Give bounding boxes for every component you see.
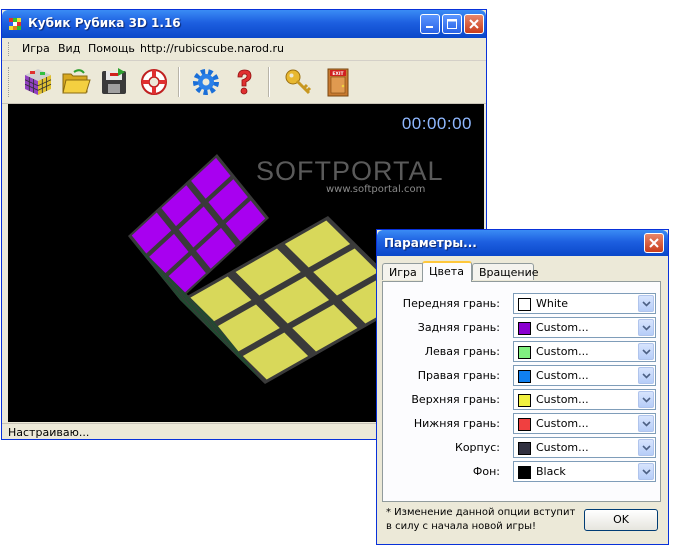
exit-button[interactable]: EXIT [322, 66, 354, 98]
help-online-button[interactable] [138, 66, 170, 98]
color-swatch [518, 466, 531, 479]
label-body-color: Корпус: [455, 441, 500, 454]
tab-rotation[interactable]: Вращение [472, 263, 539, 280]
label-top-color: Верхняя грань: [411, 393, 500, 406]
open-game-button[interactable] [60, 66, 92, 98]
color-value: Custom... [536, 441, 589, 454]
label-right-color: Правая грань: [417, 369, 500, 382]
help-button[interactable] [228, 66, 260, 98]
toolbar: EXIT [2, 61, 486, 104]
menu-grip [8, 42, 11, 56]
key-icon [285, 69, 312, 95]
select-back-color[interactable]: Custom... [513, 317, 656, 338]
label-background-color: Фон: [472, 465, 500, 478]
dialog-title: Параметры... [384, 236, 477, 250]
color-swatch [518, 298, 531, 311]
maximize-button[interactable] [442, 14, 462, 34]
tab-game[interactable]: Игра [382, 263, 424, 280]
dropdown-arrow-button[interactable] [638, 391, 654, 408]
select-left-color[interactable]: Custom... [513, 341, 656, 362]
chevron-down-icon [642, 469, 651, 475]
label-front-color: Передняя грань: [402, 297, 500, 310]
menu-bar: Игра Вид Помощь http://rubicscube.narod.… [2, 38, 486, 61]
color-value: Custom... [536, 393, 589, 406]
minimize-button[interactable] [420, 14, 440, 34]
select-right-color[interactable]: Custom... [513, 365, 656, 386]
dropdown-arrow-button[interactable] [638, 415, 654, 432]
dropdown-arrow-button[interactable] [638, 343, 654, 360]
close-button[interactable] [464, 14, 484, 34]
select-body-color[interactable]: Custom... [513, 437, 656, 458]
toolbar-grip [8, 67, 11, 97]
color-swatch [518, 346, 531, 359]
color-value: Custom... [536, 345, 589, 358]
lifebuoy-icon [141, 69, 167, 95]
color-value: Black [536, 465, 566, 478]
status-text: Настраиваю... [8, 426, 90, 439]
menu-website-link[interactable]: http://rubicscube.narod.ru [140, 42, 284, 55]
select-front-color[interactable]: White [513, 293, 656, 314]
restart-note-line1: * Изменение данной опции вступит [386, 507, 576, 518]
color-value: Custom... [536, 369, 589, 382]
chevron-down-icon [642, 325, 651, 331]
tab-colors[interactable]: Цвета [422, 261, 472, 282]
chevron-down-icon [642, 349, 651, 355]
dialog-titlebar[interactable]: Параметры... [377, 230, 668, 256]
settings-dialog: Параметры... Игра Цвета Вращение Передня… [376, 229, 669, 545]
ok-button[interactable]: OK [584, 509, 658, 531]
settings-button[interactable] [190, 66, 222, 98]
color-value: White [536, 297, 568, 310]
dropdown-arrow-button[interactable] [638, 295, 654, 312]
exit-door-icon: EXIT [327, 68, 349, 97]
menu-game[interactable]: Игра [22, 42, 50, 55]
save-game-button[interactable] [98, 66, 130, 98]
main-titlebar[interactable]: Кубик Рубика 3D 1.16 [2, 10, 486, 38]
new-game-button[interactable] [22, 66, 54, 98]
chevron-down-icon [642, 301, 651, 307]
color-swatch [518, 442, 531, 455]
color-swatch [518, 322, 531, 335]
minimize-icon [426, 26, 433, 28]
select-background-color[interactable]: Black [513, 461, 656, 482]
chevron-down-icon [642, 421, 651, 427]
main-window-title: Кубик Рубика 3D 1.16 [28, 16, 181, 30]
menu-help[interactable]: Помощь [88, 42, 135, 55]
select-bottom-color[interactable]: Custom... [513, 413, 656, 434]
chevron-down-icon [642, 373, 651, 379]
menu-view[interactable]: Вид [58, 42, 80, 55]
colors-panel: Передняя грань: White Задняя грань: Custom.… [382, 281, 661, 502]
color-swatch [518, 394, 531, 407]
dropdown-arrow-button[interactable] [638, 367, 654, 384]
color-swatch [518, 370, 531, 383]
color-value: Custom... [536, 417, 589, 430]
label-left-color: Левая грань: [424, 345, 500, 358]
color-value: Custom... [536, 321, 589, 334]
register-button[interactable] [282, 66, 314, 98]
folder-open-icon [62, 69, 91, 94]
toolbar-separator [178, 67, 180, 97]
help-icon [237, 69, 252, 95]
cube-icon [24, 69, 52, 95]
maximize-icon [447, 19, 457, 29]
close-icon [469, 19, 479, 29]
gear-icon [193, 69, 219, 95]
toolbar-separator [268, 67, 270, 97]
label-bottom-color: Нижняя грань: [413, 417, 500, 430]
cube-app-icon [9, 18, 21, 30]
chevron-down-icon [642, 397, 651, 403]
dropdown-arrow-button[interactable] [638, 319, 654, 336]
restart-note-line2: в силу с начала новой игры! [386, 521, 536, 532]
color-swatch [518, 418, 531, 431]
chevron-down-icon [642, 445, 651, 451]
close-icon [649, 238, 659, 248]
exit-sign-text: EXIT [332, 71, 344, 77]
dialog-close-button[interactable] [644, 233, 664, 253]
select-top-color[interactable]: Custom... [513, 389, 656, 410]
dropdown-arrow-button[interactable] [638, 463, 654, 480]
restart-note: * Изменение данной опции вступит в силу … [386, 506, 586, 534]
dropdown-arrow-button[interactable] [638, 439, 654, 456]
label-back-color: Задняя грань: [417, 321, 500, 334]
save-disk-icon [102, 68, 126, 94]
